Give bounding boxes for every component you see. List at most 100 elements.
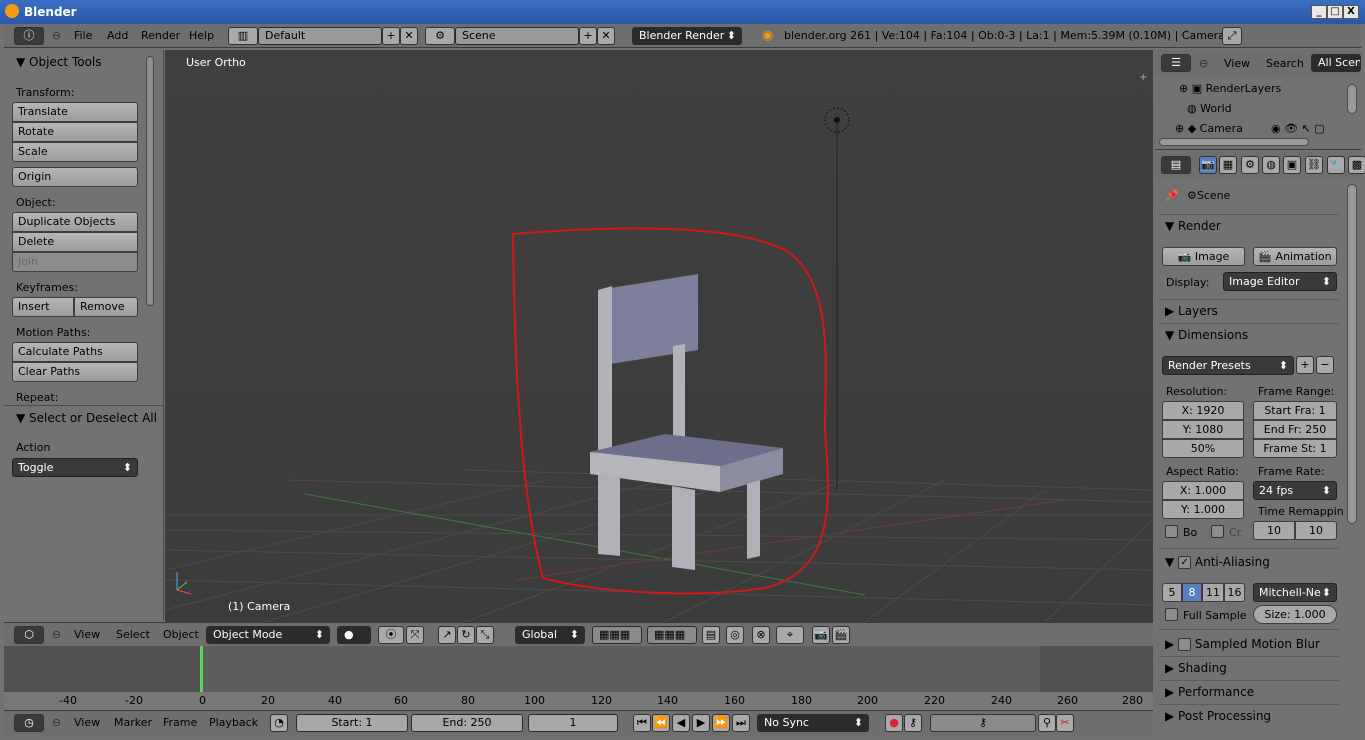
outliner-scrollbar[interactable] (1347, 84, 1357, 114)
jump-end-icon[interactable]: ⏭ (732, 714, 750, 732)
clear-paths-button[interactable]: Clear Paths (12, 362, 138, 382)
visibility-eye-icon[interactable]: ◉ 👁 ↖ ▢ (1271, 122, 1325, 135)
calculate-paths-button[interactable]: Calculate Paths (12, 342, 138, 362)
object-tools-heading[interactable]: ▼ Object Tools (16, 55, 102, 69)
collapse-menu-icon[interactable]: ⊖ (52, 628, 61, 641)
sync-select[interactable]: No Sync ⬍ (757, 714, 869, 732)
current-frame-marker[interactable] (200, 646, 203, 692)
full-sample-checkbox[interactable] (1165, 608, 1178, 621)
scene-field[interactable]: Scene (455, 27, 579, 45)
preview-range-icon[interactable]: ◔ (270, 714, 288, 732)
jump-start-icon[interactable]: ⏮ (633, 714, 651, 732)
anti-aliasing-panel-heading[interactable]: ▼ ✓ Anti-Aliasing (1165, 555, 1270, 569)
layout-field[interactable]: Default (258, 27, 382, 45)
render-presets-select[interactable]: Render Presets ⬍ (1162, 356, 1294, 375)
performance-panel-heading[interactable]: ▶ Performance (1165, 685, 1254, 699)
menu-search[interactable]: Search (1266, 57, 1304, 70)
modifiers-tab-icon[interactable]: 🔧 (1327, 156, 1345, 174)
menu-file[interactable]: File (74, 29, 92, 42)
constraints-tab-icon[interactable]: ⛓ (1305, 156, 1323, 174)
aa-samples-16[interactable]: 16 (1224, 583, 1245, 602)
join-button[interactable]: Join (12, 252, 138, 272)
editor-type-info-icon[interactable]: ⓘ (14, 27, 44, 45)
translate-manipulator-icon[interactable]: ↗ (438, 626, 456, 644)
menu-view[interactable]: View (74, 628, 100, 641)
pivot-icon[interactable]: ⦿ (378, 626, 404, 644)
close-window-button[interactable]: X (1343, 5, 1359, 19)
render-tab-icon[interactable]: 📷 (1199, 156, 1217, 174)
dimensions-panel-heading[interactable]: ▼ Dimensions (1165, 328, 1248, 342)
end-frame-field[interactable]: End: 250 (411, 714, 523, 732)
timeline[interactable]: -40 -20 0 20 40 60 80 100 120 140 160 18… (4, 646, 1153, 710)
add-layout-button[interactable]: + (382, 27, 400, 45)
properties-scrollbar[interactable] (1347, 184, 1357, 524)
record-icon[interactable]: ● (885, 714, 903, 732)
menu-marker[interactable]: Marker (114, 716, 152, 729)
world-tab-icon[interactable]: ◍ (1262, 156, 1280, 174)
3d-viewport[interactable]: User Ortho + (1) Camera (165, 50, 1153, 622)
scene-icon[interactable]: ⚙ (425, 27, 455, 45)
keying-icon[interactable]: ⚷ (904, 714, 922, 732)
menu-add[interactable]: Add (107, 29, 128, 42)
minimize-button[interactable]: _ (1311, 5, 1327, 19)
frame-step-field[interactable]: Frame St: 1 (1253, 439, 1337, 458)
crop-checkbox[interactable] (1211, 525, 1224, 538)
rotate-manipulator-icon[interactable]: ↻ (457, 626, 475, 644)
texture-tab-icon[interactable]: ▩ (1348, 156, 1365, 174)
render-animation-button[interactable]: 🎬 Animation (1253, 247, 1337, 266)
rotate-button[interactable]: Rotate (12, 122, 138, 142)
menu-help[interactable]: Help (189, 29, 214, 42)
scale-button[interactable]: Scale (12, 142, 138, 162)
aa-samples-8[interactable]: 8 (1182, 583, 1202, 602)
current-frame-field[interactable]: 1 (528, 714, 618, 732)
play-icon[interactable]: ▶ (692, 714, 710, 732)
mode-select[interactable]: Object Mode ⬍ (206, 626, 330, 644)
play-reverse-icon[interactable]: ◀ (672, 714, 690, 732)
outliner-item-world[interactable]: ◍ World (1187, 102, 1232, 115)
menu-view[interactable]: View (74, 716, 100, 729)
menu-render[interactable]: Render (141, 29, 180, 42)
screen-layout-icon[interactable]: ▥ (228, 27, 258, 45)
aspect-y-field[interactable]: Y: 1.000 (1162, 500, 1244, 519)
collapse-menu-icon[interactable]: ⊖ (52, 716, 61, 729)
start-frame-field[interactable]: Start Fra: 1 (1253, 401, 1337, 420)
resolution-x-field[interactable]: X: 1920 (1162, 401, 1244, 420)
editor-type-outliner-icon[interactable]: ☰ (1161, 54, 1191, 72)
insert-keyframe-button[interactable]: Insert (12, 297, 74, 317)
layers-block-1[interactable]: ▦▦▦ (592, 626, 642, 644)
add-preset-button[interactable]: + (1296, 356, 1314, 374)
aa-size-field[interactable]: Size: 1.000 (1253, 605, 1337, 624)
remap-new-field[interactable]: 10 (1295, 521, 1337, 540)
pin-icon[interactable]: 📌 (1165, 189, 1179, 202)
manipulator-icon[interactable]: ⤧ (406, 626, 424, 644)
layers-block-2[interactable]: ▦▦▦ (647, 626, 697, 644)
remove-scene-button[interactable]: ✕ (597, 27, 615, 45)
menu-select[interactable]: Select (116, 628, 150, 641)
outliner-hscrollbar[interactable] (1159, 138, 1309, 146)
add-scene-button[interactable]: + (579, 27, 597, 45)
menu-frame[interactable]: Frame (163, 716, 197, 729)
resolution-percent-field[interactable]: 50% (1162, 439, 1244, 458)
render-layers-tab-icon[interactable]: ▦ (1219, 156, 1237, 174)
start-frame-field[interactable]: Start: 1 (296, 714, 408, 732)
maximize-button[interactable]: □ (1327, 5, 1343, 19)
frame-rate-select[interactable]: 24 fps ⬍ (1253, 481, 1337, 500)
collapse-menu-icon[interactable]: ⊖ (1199, 57, 1208, 70)
proportional-edit-icon[interactable]: ◎ (726, 626, 744, 644)
scene-tab-icon[interactable]: ⚙ (1241, 156, 1259, 174)
aa-samples-5[interactable]: 5 (1162, 583, 1182, 602)
snap-target-icon[interactable]: ⌖ (776, 626, 804, 644)
border-checkbox[interactable] (1165, 525, 1178, 538)
delete-key-icon[interactable]: ✂ (1056, 714, 1074, 732)
outliner-item-camera[interactable]: ⊕ ◆ Camera (1175, 122, 1243, 135)
editor-type-timeline-icon[interactable]: ◷ (14, 714, 44, 732)
aa-filter-select[interactable]: Mitchell-Ne ⬍ (1253, 583, 1337, 602)
scale-manipulator-icon[interactable]: ⤡ (476, 626, 494, 644)
menu-object[interactable]: Object (163, 628, 199, 641)
lock-layer-icon[interactable]: ▤ (702, 626, 720, 644)
aa-samples-11[interactable]: 11 (1202, 583, 1224, 602)
outliner-item-renderlayers[interactable]: ⊕ ▣ RenderLayers (1179, 82, 1281, 95)
menu-playback[interactable]: Playback (209, 716, 258, 729)
delete-button[interactable]: Delete (12, 232, 138, 252)
render-panel-heading[interactable]: ▼ Render (1165, 219, 1221, 233)
